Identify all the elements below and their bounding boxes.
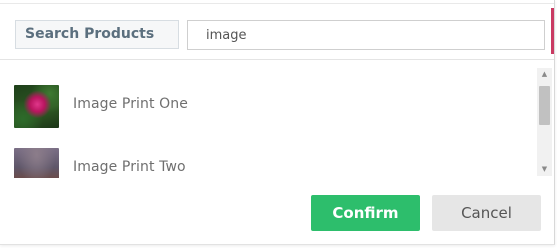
pink-flower-thumbnail xyxy=(14,85,59,128)
results-scrollbar[interactable]: ▲ ▼ xyxy=(537,68,552,176)
result-name: Image Print One xyxy=(73,96,188,112)
cancel-button[interactable]: Cancel xyxy=(432,195,541,231)
landscape-thumbnail xyxy=(14,148,59,178)
scroll-down-icon[interactable]: ▼ xyxy=(537,163,552,176)
search-input[interactable] xyxy=(187,20,545,50)
accent-strip xyxy=(551,8,554,54)
scroll-thumb[interactable] xyxy=(539,86,550,125)
result-name: Image Print Two xyxy=(73,159,186,175)
result-item-image-print-one[interactable]: Image Print One xyxy=(0,81,536,133)
results-list: Image Print One Image Print Two xyxy=(0,60,536,178)
result-item-image-print-two[interactable]: Image Print Two xyxy=(0,144,536,178)
search-products-label: Search Products xyxy=(15,20,179,49)
product-search-dialog: Search Products Image Print One Image Pr… xyxy=(0,0,555,245)
scroll-up-icon[interactable]: ▲ xyxy=(537,68,552,81)
top-divider xyxy=(0,3,554,4)
confirm-button[interactable]: Confirm xyxy=(311,195,420,231)
